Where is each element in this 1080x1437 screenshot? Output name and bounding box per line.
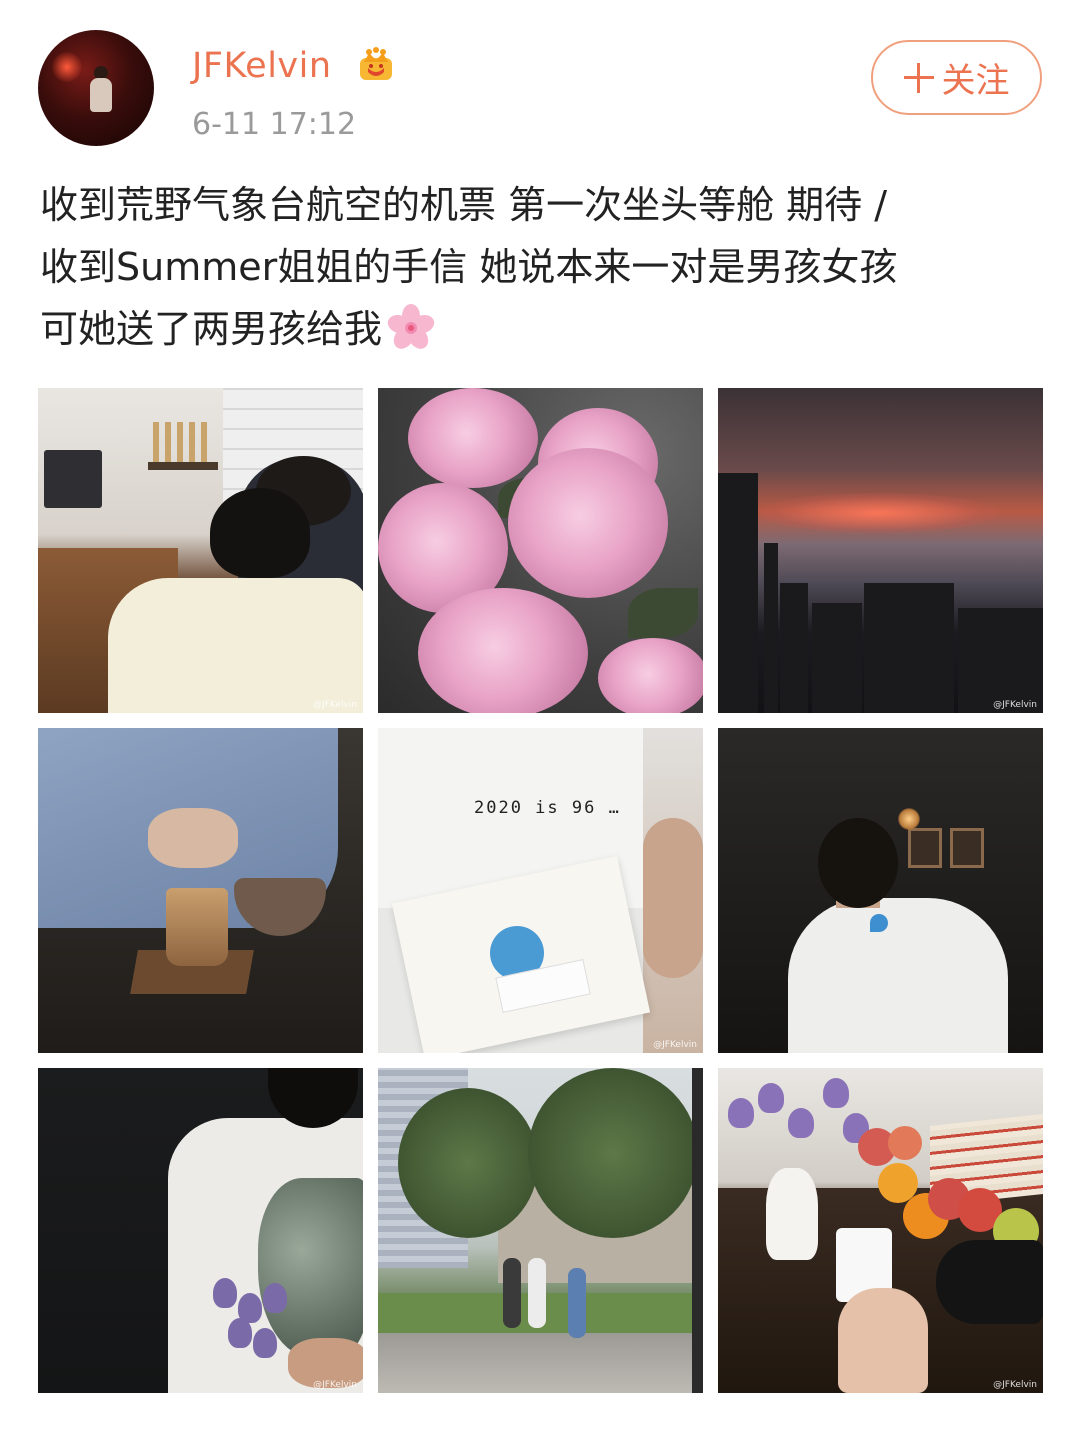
post-text-line: 可她送了两男孩给我 — [40, 298, 1050, 360]
tee-print: 2020 is 96 … — [474, 798, 621, 818]
photo-sunset-skyline[interactable]: @JFKelvin — [718, 388, 1043, 713]
post-text-line: 收到Summer姐姐的手信 她说本来一对是男孩女孩 — [40, 245, 898, 289]
post-timestamp: 6-11 17:12 — [192, 107, 357, 142]
post-text: 收到荒野气象台航空的机票 第一次坐头等舱 期待 / 收到Summer姐姐的手信 … — [40, 174, 1050, 360]
photo-watermark: @JFKelvin — [993, 1380, 1037, 1390]
photo-watermark: @JFKelvin — [653, 1040, 697, 1050]
cherry-blossom-icon — [387, 303, 435, 349]
username[interactable]: JFKelvin — [192, 44, 332, 88]
photo-watermark: @JFKelvin — [313, 700, 357, 710]
photo-still-life[interactable]: @JFKelvin — [718, 1068, 1043, 1393]
photo-peonies[interactable] — [378, 388, 703, 713]
follow-label: 关注 — [941, 61, 1010, 101]
photo-courtyard[interactable] — [378, 1068, 703, 1393]
photo-cafe-bar[interactable]: @JFKelvin — [38, 388, 363, 713]
photo-tulip-bouquet[interactable]: @JFKelvin — [38, 1068, 363, 1393]
photo-watermark: @JFKelvin — [993, 700, 1037, 710]
photo-grid: @JFKelvin @JFKelvin 2020 is 96 … @JFKelv… — [38, 388, 1043, 1393]
plus-icon — [903, 62, 934, 93]
post-text-line: 收到荒野气象台航空的机票 第一次坐头等舱 期待 / — [40, 183, 888, 227]
weibo-post: JFKelvin 6-11 17:12 关注 收到荒野气象台航空的机票 第一次坐… — [0, 0, 1080, 1437]
follow-button[interactable]: 关注 — [871, 40, 1042, 115]
photo-watermark: @JFKelvin — [313, 1380, 357, 1390]
crown-icon — [360, 47, 392, 80]
photo-tshirt-envelope[interactable]: 2020 is 96 … @JFKelvin — [378, 728, 703, 1053]
avatar[interactable] — [38, 30, 154, 146]
photo-latte[interactable] — [38, 728, 363, 1053]
photo-man-white-tee[interactable] — [718, 728, 1043, 1053]
